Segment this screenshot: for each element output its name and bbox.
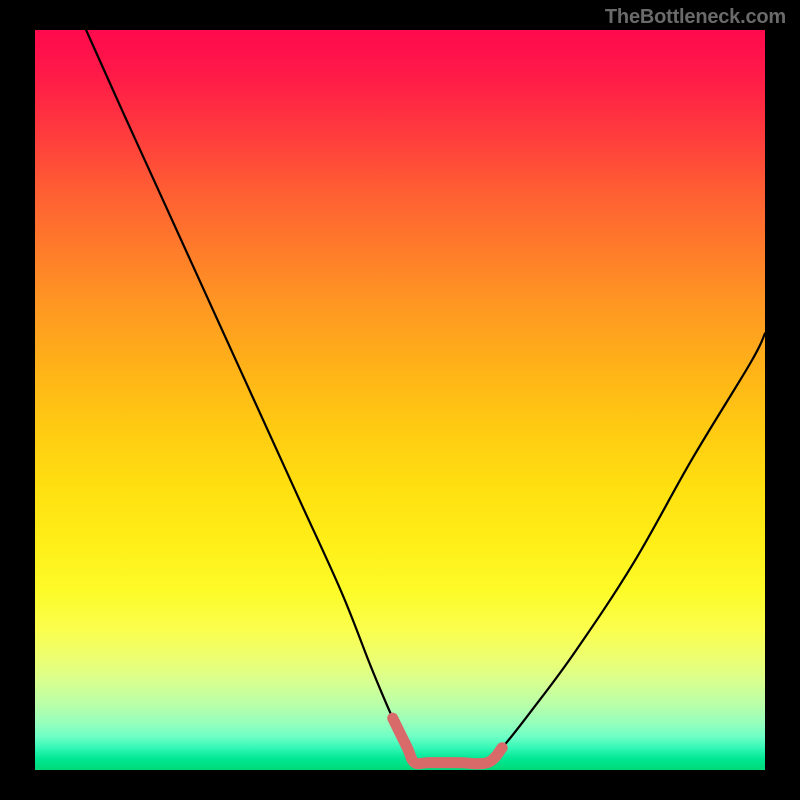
plot-area	[35, 30, 765, 770]
watermark-text: TheBottleneck.com	[605, 6, 786, 29]
optimal-zone-highlight	[393, 718, 503, 764]
curve-overlay	[35, 30, 765, 770]
bottleneck-curve	[86, 30, 765, 764]
